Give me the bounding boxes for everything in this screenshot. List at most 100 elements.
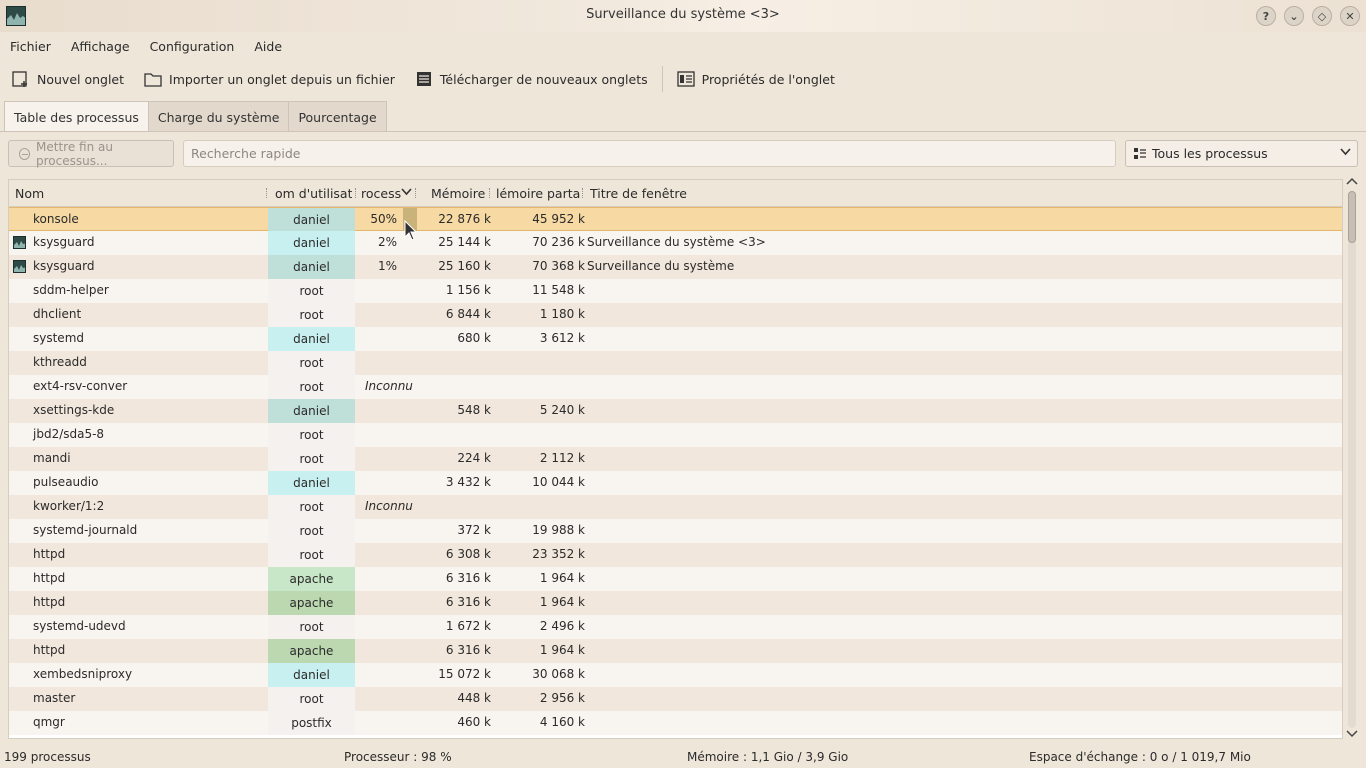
table-row[interactable]: httpd apache 6 316 k 1 964 k — [9, 639, 1342, 663]
process-user: apache — [268, 567, 355, 591]
scroll-down-icon[interactable] — [1346, 728, 1358, 741]
column-header-memory[interactable]: Mémoire — [431, 186, 485, 201]
column-header-shared-memory[interactable]: lémoire partagé — [496, 186, 580, 201]
table-row[interactable]: dhclient root 6 844 k 1 180 k — [9, 303, 1342, 327]
process-memory: 3 432 k — [445, 475, 491, 489]
process-count: 199 processus — [4, 750, 91, 764]
table-row[interactable]: systemd-journald root 372 k 19 988 k — [9, 519, 1342, 543]
process-shared-memory: 11 548 k — [532, 283, 585, 297]
process-user: root — [268, 447, 355, 471]
table-row[interactable]: master root 448 k 2 956 k — [9, 687, 1342, 711]
process-shared-memory: 2 956 k — [539, 691, 585, 705]
new-tab-button[interactable]: Nouvel onglet — [12, 70, 124, 88]
process-memory: 460 k — [457, 715, 491, 729]
table-row[interactable]: jbd2/sda5-8 root — [9, 423, 1342, 447]
menu-help[interactable]: Aide — [254, 39, 282, 54]
import-tab-button[interactable]: Importer un onglet depuis un fichier — [144, 70, 395, 88]
help-button[interactable]: ? — [1256, 6, 1276, 26]
vertical-scrollbar[interactable] — [1345, 177, 1359, 741]
table-row[interactable]: systemd-udevd root 1 672 k 2 496 k — [9, 615, 1342, 639]
process-name: sddm-helper — [33, 283, 109, 297]
minimize-button[interactable]: ⌄ — [1284, 6, 1304, 26]
column-header-window-title[interactable]: Titre de fenêtre — [590, 186, 687, 201]
column-header-user[interactable]: om d'utilisateu — [275, 186, 352, 201]
process-memory: 25 160 k — [438, 259, 491, 273]
process-user: daniel — [268, 399, 355, 423]
process-memory: 25 144 k — [438, 235, 491, 249]
table-row[interactable]: sddm-helper root 1 156 k 11 548 k — [9, 279, 1342, 303]
menu-bar: Fichier Affichage Configuration Aide — [0, 32, 1366, 60]
column-header-name[interactable]: Nom — [15, 186, 44, 201]
process-user: root — [268, 423, 355, 447]
table-row[interactable]: konsole daniel 50% 22 876 k 45 952 k — [9, 207, 1342, 232]
menu-view[interactable]: Affichage — [71, 39, 130, 54]
table-body: konsole daniel 50% 22 876 k 45 952 k ksysguar… — [9, 207, 1342, 735]
table-row[interactable]: mandi root 224 k 2 112 k — [9, 447, 1342, 471]
tab-properties-label: Propriétés de l'onglet — [701, 71, 835, 87]
process-shared-memory: 2 112 k — [539, 451, 585, 465]
process-memory: 1 672 k — [445, 619, 491, 633]
maximize-button[interactable]: ◇ — [1312, 6, 1332, 26]
process-user: daniel — [268, 327, 355, 351]
process-shared-memory: 10 044 k — [532, 475, 585, 489]
column-separator[interactable] — [489, 188, 491, 198]
download-tabs-label: Télécharger de nouveaux onglets — [439, 71, 648, 87]
table-row[interactable]: ksysguard daniel 2% 25 144 k 70 236 k Surveil… — [9, 231, 1342, 255]
column-separator[interactable] — [266, 188, 268, 198]
quick-search-input[interactable] — [183, 140, 1116, 167]
status-bar: 199 processus Processeur : 98 % Mémoire … — [0, 745, 1366, 768]
column-separator[interactable] — [355, 188, 357, 198]
table-row[interactable]: kworker/1:2 root Inconnu — [9, 495, 1342, 519]
table-row[interactable]: ksysguard daniel 1% 25 160 k 70 368 k Surveil… — [9, 255, 1342, 279]
process-name: systemd — [33, 331, 84, 345]
table-row[interactable]: ext4-rsv-conver root Inconnu — [9, 375, 1342, 399]
process-filter-value: Tous les processus — [1152, 146, 1268, 161]
table-row[interactable]: kthreadd root — [9, 351, 1342, 375]
scroll-up-icon[interactable] — [1346, 177, 1358, 190]
close-button[interactable]: ✕ — [1340, 6, 1360, 26]
process-name: qmgr — [33, 715, 65, 729]
swap-usage: Espace d'échange : 0 o / 1 019,7 Mio — [1029, 750, 1251, 764]
process-name: xsettings-kde — [33, 403, 115, 417]
menu-file[interactable]: Fichier — [10, 39, 51, 54]
process-memory: 6 316 k — [445, 595, 491, 609]
process-cpu: Inconnu — [365, 379, 413, 393]
tab-percentage[interactable]: Pourcentage — [288, 101, 387, 132]
process-shared-memory: 2 496 k — [539, 619, 585, 633]
scrollbar-thumb[interactable] — [1348, 191, 1356, 243]
memory-usage: Mémoire : 1,1 Gio / 3,9 Gio — [687, 750, 849, 764]
process-name: httpd — [33, 595, 66, 609]
scrollbar-track[interactable] — [1348, 191, 1356, 728]
process-shared-memory: 23 352 k — [532, 547, 585, 561]
process-name: jbd2/sda5-8 — [33, 427, 105, 441]
process-table[interactable]: Nom om d'utilisateu rocesse Mémoire lémo… — [8, 179, 1343, 739]
column-header-cpu[interactable]: rocesse — [361, 186, 401, 201]
process-memory: 680 k — [457, 331, 491, 345]
table-row[interactable]: httpd apache 6 316 k 1 964 k — [9, 567, 1342, 591]
download-tabs-button[interactable]: Télécharger de nouveaux onglets — [415, 70, 648, 88]
tab-process-table[interactable]: Table des processus — [4, 101, 149, 132]
tab-system-load[interactable]: Charge du système — [147, 101, 290, 132]
process-filter-select[interactable]: Tous les processus — [1125, 140, 1358, 167]
new-tab-label: Nouvel onglet — [37, 71, 125, 87]
table-row[interactable]: xsettings-kde daniel 548 k 5 240 k — [9, 399, 1342, 423]
table-row[interactable]: httpd root 6 308 k 23 352 k — [9, 543, 1342, 567]
table-row[interactable]: xembedsniproxy daniel 15 072 k 30 068 k — [9, 663, 1342, 687]
column-separator[interactable] — [582, 188, 584, 198]
process-name: kthreadd — [33, 355, 87, 369]
kill-process-button[interactable]: Mettre fin au processus... — [8, 140, 174, 168]
table-row[interactable]: systemd daniel 680 k 3 612 k — [9, 327, 1342, 351]
download-icon — [415, 70, 433, 88]
table-row[interactable]: httpd apache 6 316 k 1 964 k — [9, 591, 1342, 615]
process-memory: 6 316 k — [445, 571, 491, 585]
table-row[interactable]: qmgr postfix 460 k 4 160 k — [9, 711, 1342, 735]
process-name: ext4-rsv-conver — [33, 379, 128, 393]
table-row[interactable]: pulseaudio daniel 3 432 k 10 044 k — [9, 471, 1342, 495]
process-memory: 6 308 k — [445, 547, 491, 561]
menu-settings[interactable]: Configuration — [150, 39, 235, 54]
tab-properties-button[interactable]: Propriétés de l'onglet — [676, 70, 835, 88]
process-memory: 15 072 k — [438, 667, 491, 681]
column-separator[interactable] — [415, 188, 417, 198]
process-shared-memory: 30 068 k — [532, 667, 585, 681]
process-memory: 1 156 k — [445, 283, 491, 297]
